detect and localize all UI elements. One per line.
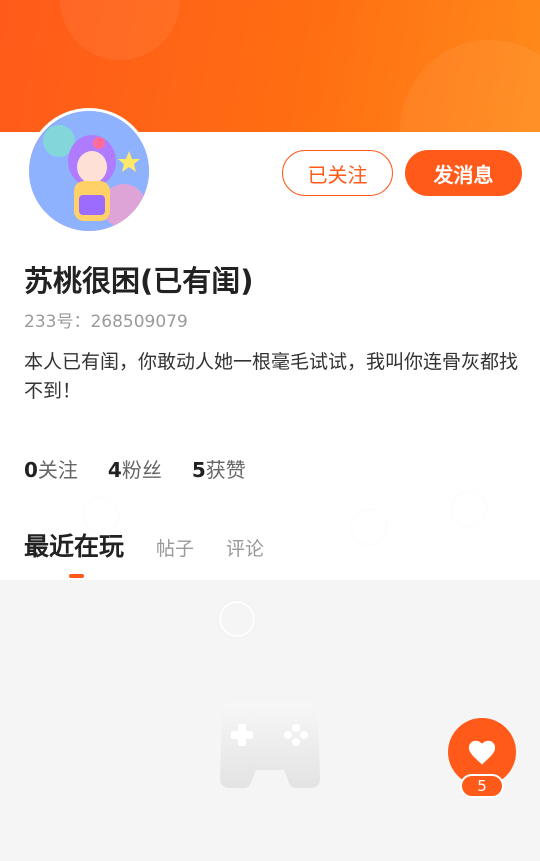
stat-following[interactable]: 0关注	[24, 454, 78, 483]
tab-posts[interactable]: 帖子	[156, 534, 194, 561]
heart-icon	[468, 740, 496, 765]
stat-fans[interactable]: 4粉丝	[108, 454, 162, 483]
avatar[interactable]	[26, 108, 152, 234]
decorative-circle	[452, 492, 486, 526]
like-count-badge: 5	[460, 774, 504, 798]
stat-label: 获赞	[205, 458, 246, 482]
decorative-circle	[219, 601, 255, 637]
gamepad-icon	[216, 688, 324, 792]
like-float-button[interactable]: 5	[448, 718, 516, 798]
stat-likes[interactable]: 5获赞	[192, 454, 246, 483]
decorative-circle	[352, 510, 386, 544]
tab-recently-played[interactable]: 最近在玩	[24, 527, 124, 563]
bio: 本人已有闺，你敢动人她一根毫毛试试，我叫你连骨灰都找不到！	[24, 351, 519, 402]
stat-label: 关注	[37, 458, 78, 482]
following-button[interactable]: 已关注	[282, 150, 393, 196]
user-id: 233号：268509079	[24, 312, 188, 332]
active-tab-indicator	[69, 574, 84, 578]
stat-number: 0	[24, 458, 38, 482]
avatar-illustration	[29, 111, 149, 231]
stats-bar: 0关注 4粉丝 5获赞	[24, 454, 246, 483]
send-message-button-label: 发消息	[433, 162, 494, 187]
send-message-button[interactable]: 发消息	[405, 150, 522, 196]
profile-tabs: 最近在玩 帖子 评论	[24, 527, 296, 563]
nickname: 苏桃很困(已有闺)	[24, 264, 254, 298]
stat-number: 5	[191, 458, 206, 482]
decorative-circle	[84, 498, 118, 532]
stat-number: 4	[107, 458, 122, 482]
following-button-label: 已关注	[307, 162, 368, 187]
stat-label: 粉丝	[121, 458, 162, 482]
tab-comments[interactable]: 评论	[226, 534, 264, 561]
